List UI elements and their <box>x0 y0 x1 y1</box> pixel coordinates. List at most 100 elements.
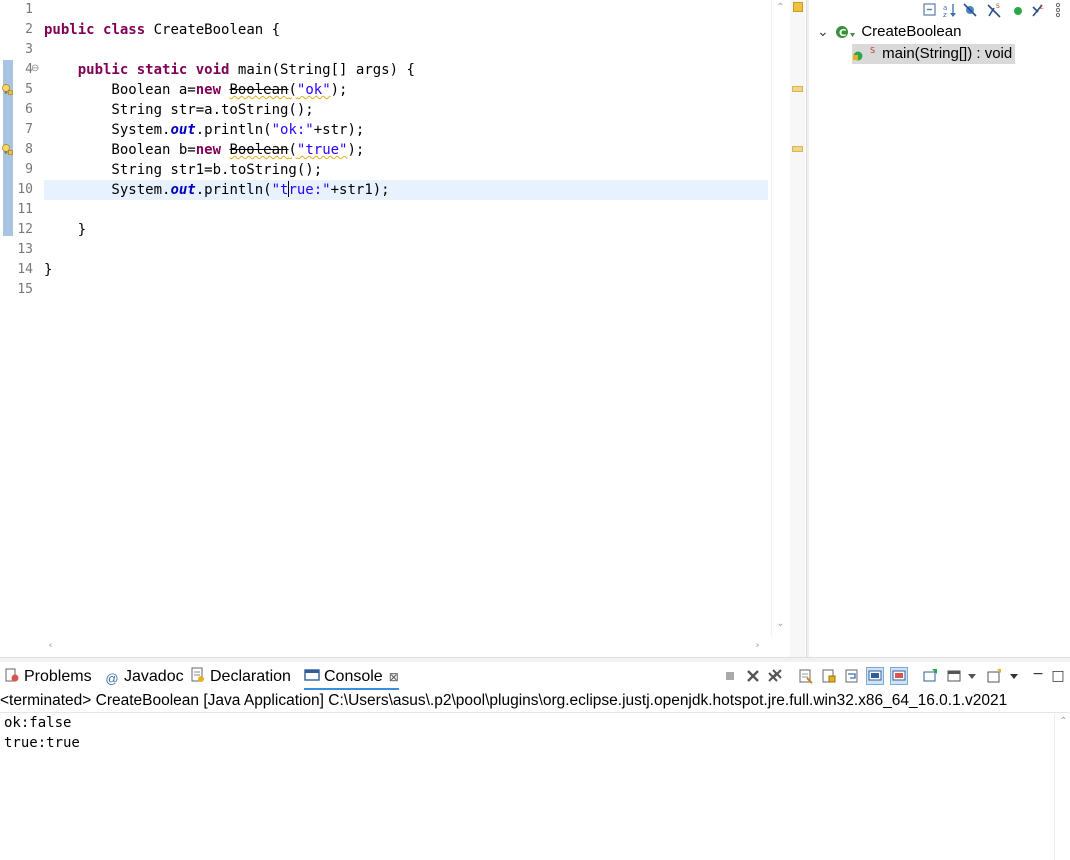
hide-local-types-icon[interactable]: L <box>1030 2 1046 18</box>
minimize-icon[interactable]: − <box>1030 667 1046 684</box>
warning-summary-icon[interactable] <box>793 2 803 12</box>
line-number: 11 <box>17 202 33 217</box>
line-number: 2 <box>25 22 33 37</box>
outline-method-label: main(String[]) : void <box>882 45 1013 62</box>
dropdown-arrow-icon[interactable] <box>964 668 980 684</box>
pin-console-icon[interactable] <box>922 668 938 684</box>
tab-javadoc[interactable]: @ Javadoc <box>104 666 183 688</box>
console-output[interactable]: ok:false true:true <box>4 713 1044 753</box>
code-text: ( <box>288 82 297 98</box>
close-tab-icon[interactable]: ⊠ <box>389 670 399 684</box>
console-output-line: true:true <box>4 735 80 751</box>
code-text: System. <box>44 122 171 138</box>
svg-text:L: L <box>1040 4 1044 11</box>
keyword: class <box>103 22 146 38</box>
line-number: 7 <box>25 122 33 137</box>
code-text: +str); <box>313 122 365 138</box>
hide-nonpublic-icon[interactable] <box>1010 2 1026 18</box>
tab-declaration[interactable]: Declaration <box>190 666 291 688</box>
code-text: Boolean a= <box>44 82 196 98</box>
code-line: } <box>44 222 87 238</box>
line-number: 9 <box>25 162 33 177</box>
show-console-on-stderr-icon[interactable] <box>890 667 908 685</box>
console-output-line: ok:false <box>4 715 72 731</box>
line-number: 14 <box>17 262 33 277</box>
outline-toolbar: az S L <box>900 0 1070 20</box>
public-static-method-icon: S <box>853 46 875 61</box>
static-field: out <box>170 122 196 138</box>
keyword: new <box>195 142 222 158</box>
clear-console-icon[interactable] <box>798 668 814 684</box>
warning-lightbulb-icon[interactable] <box>1 83 13 95</box>
warning-marker[interactable] <box>792 146 803 152</box>
outline-class-node[interactable]: ⌄ C CreateBoolean <box>817 21 961 41</box>
scroll-up-icon[interactable]: ⌃ <box>775 2 786 13</box>
code-text: System. <box>44 182 171 198</box>
code-line: } <box>44 262 53 278</box>
word-wrap-icon[interactable] <box>844 668 860 684</box>
view-menu-icon[interactable] <box>1050 2 1066 18</box>
scroll-left-icon[interactable]: ‹ <box>45 640 56 651</box>
svg-text:S: S <box>996 3 1000 10</box>
code-text-area[interactable]: public class CreateBoolean { public stat… <box>44 0 768 636</box>
overview-ruler[interactable] <box>790 0 805 657</box>
line-number-gutter: 1 2 3 4 5 6 7 8 9 10 11 12 13 14 15 ⊖ <box>0 0 42 636</box>
console-vertical-scrollbar[interactable]: ⌃ <box>1054 714 1070 860</box>
outline-view: az S L ⌄ C CreateBoolean S main(String[]… <box>809 0 1070 657</box>
outline-method-node[interactable]: S main(String[]) : void <box>852 44 1016 64</box>
deprecated-constructor: Boolean <box>229 82 289 98</box>
warning-lightbulb-icon[interactable] <box>1 143 13 155</box>
fold-toggle-icon[interactable]: ⊖ <box>31 59 41 79</box>
code-line: Boolean b=new Boolean("true"); <box>44 140 768 160</box>
scroll-down-icon[interactable]: ⌄ <box>775 618 786 629</box>
code-text: .println( <box>195 182 272 198</box>
static-field: out <box>170 182 196 198</box>
code-text: CreateBoolean { <box>145 22 281 38</box>
code-text: ); <box>347 142 365 158</box>
code-text: ); <box>330 82 348 98</box>
scroll-up-icon[interactable]: ⌃ <box>1058 716 1069 727</box>
display-selected-console-icon[interactable] <box>946 668 962 684</box>
hide-fields-icon[interactable] <box>962 2 978 18</box>
keyword: public <box>44 22 95 38</box>
scroll-right-icon[interactable]: › <box>752 640 763 651</box>
show-console-on-stdout-icon[interactable] <box>866 667 884 685</box>
tab-console[interactable]: Console ⊠ <box>304 666 399 690</box>
keyword: static <box>136 62 188 78</box>
line-number: 10 <box>17 182 33 197</box>
maximize-icon[interactable]: □ <box>1050 668 1066 684</box>
keyword: new <box>195 82 222 98</box>
tab-label: Declaration <box>210 668 291 685</box>
dropdown-arrow-icon[interactable] <box>1006 668 1022 684</box>
code-line: String str=a.toString(); <box>44 102 314 118</box>
tab-problems[interactable]: Problems <box>4 666 92 688</box>
editor-horizontal-scrollbar[interactable]: ‹ › <box>42 637 770 654</box>
bottom-tab-bar: Problems @ Javadoc Declaration Console ⊠ −… <box>0 662 1070 690</box>
hide-static-icon[interactable]: S <box>986 2 1002 18</box>
process-status-line: <terminated> CreateBoolean [Java Applica… <box>0 690 1070 713</box>
remove-all-terminated-icon[interactable] <box>767 668 783 684</box>
line-number: 1 <box>25 2 33 17</box>
expand-chevron-icon[interactable]: ⌄ <box>817 21 831 41</box>
string-literal: "ok:" <box>271 122 314 138</box>
tab-label: Console <box>324 668 383 685</box>
editor-vertical-scrollbar[interactable]: ⌃ ⌄ <box>771 0 789 636</box>
collapse-all-icon[interactable] <box>922 2 938 18</box>
remove-launch-icon[interactable] <box>745 668 761 684</box>
code-line-current: System.out.println("true:"+str1); <box>44 180 768 200</box>
code-editor[interactable]: 1 2 3 4 5 6 7 8 9 10 11 12 13 14 15 ⊖ pu… <box>0 0 790 657</box>
code-line: public class CreateBoolean { <box>44 20 768 40</box>
code-line: Boolean a=new Boolean("ok"); <box>44 80 768 100</box>
problems-icon <box>5 668 19 682</box>
scroll-lock-icon[interactable] <box>821 668 837 684</box>
terminate-icon[interactable] <box>722 668 738 684</box>
warning-marker[interactable] <box>792 86 803 92</box>
keyword: void <box>195 62 230 78</box>
open-console-icon[interactable] <box>986 668 1002 684</box>
svg-text:z: z <box>943 11 947 18</box>
keyword: public <box>77 62 129 78</box>
class-icon: C <box>836 26 856 39</box>
code-text: .println( <box>195 122 272 138</box>
sort-icon[interactable]: az <box>942 2 958 18</box>
